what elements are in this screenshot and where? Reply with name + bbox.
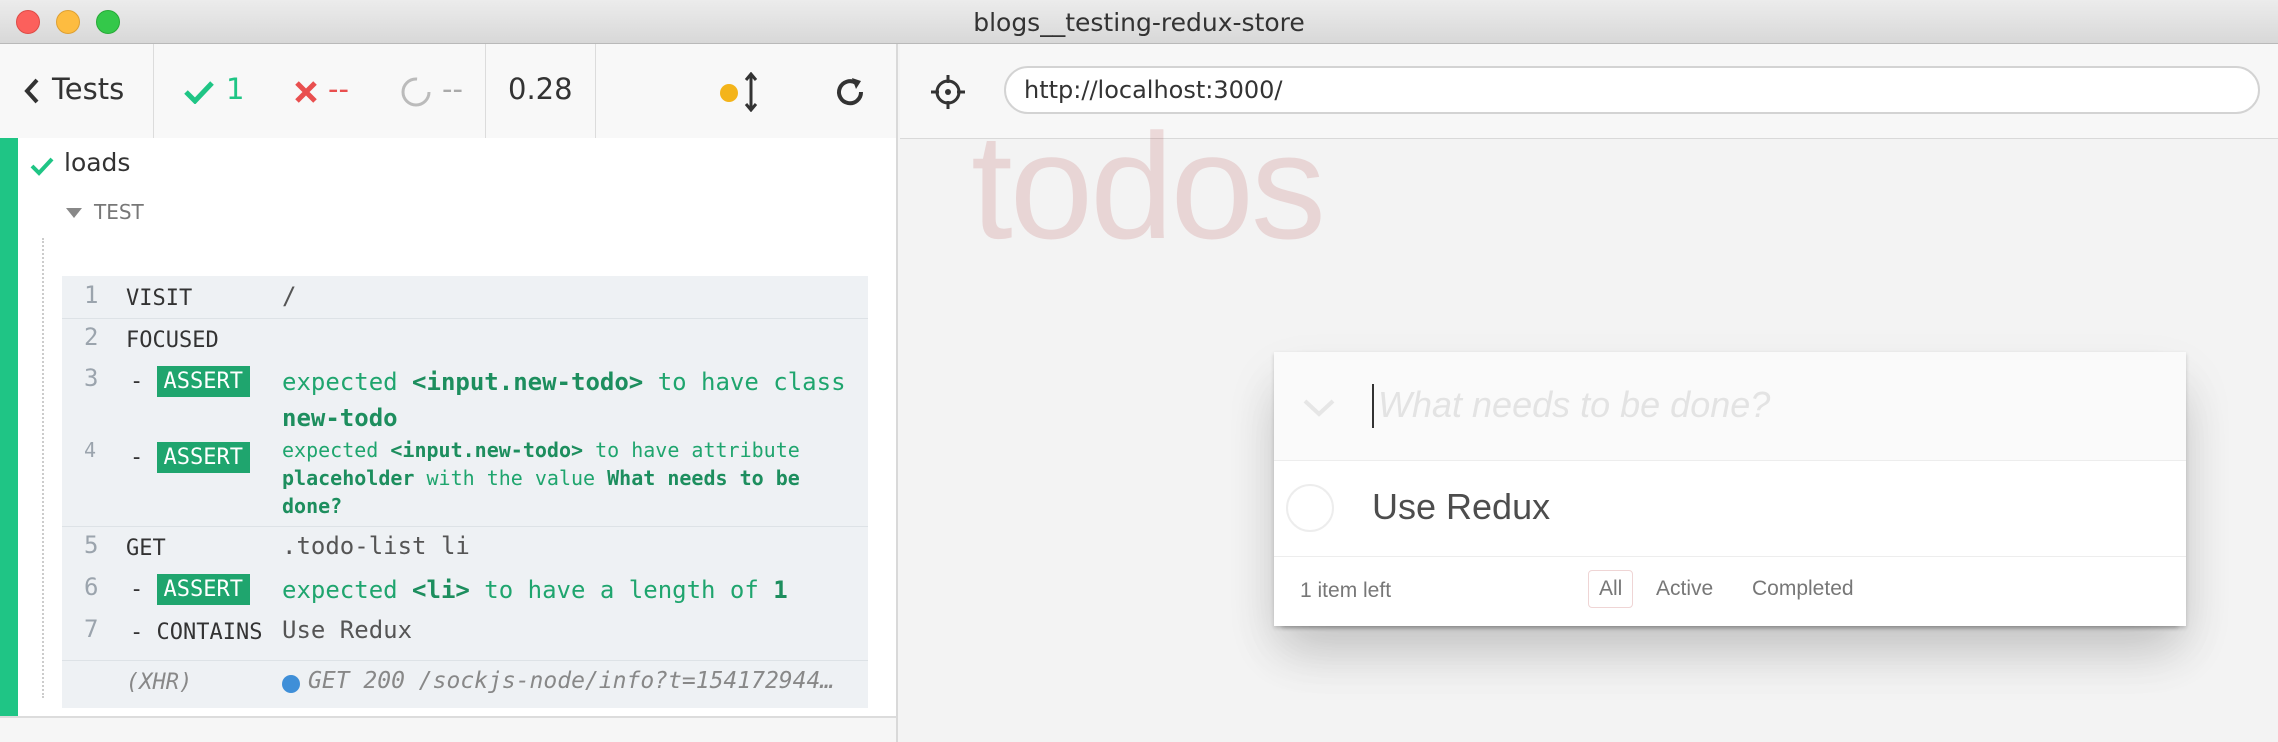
todo-label: Use Redux xyxy=(1372,486,1551,527)
tests-nav-button[interactable]: Tests xyxy=(0,44,154,138)
assert-badge: ASSERT xyxy=(156,366,250,397)
message-value: What needs to be xyxy=(607,466,800,490)
message-value: new-todo xyxy=(282,404,398,432)
command-focused[interactable]: 2 FOCUSED xyxy=(62,318,868,358)
command-message: .todo-list li xyxy=(282,532,470,560)
command-number: 6 xyxy=(84,573,99,601)
todo-app-card: What needs to be done? Use Redux 1 item … xyxy=(1274,352,2186,626)
message-value: <input.new-todo> xyxy=(390,438,584,462)
message-value: <li> xyxy=(412,576,470,604)
failed-count: -- xyxy=(328,72,349,106)
command-name: FOCUSED xyxy=(126,328,219,353)
command-assert[interactable]: 3 - ASSERT expected <input.new-todo> to … xyxy=(62,358,868,432)
command-name-text: CONTAINS xyxy=(156,620,263,645)
assert-badge: ASSERT xyxy=(156,442,250,473)
command-message: expected <input.new-todo> to have attrib… xyxy=(282,436,852,520)
message-text: to have class xyxy=(657,368,846,396)
tests-label: Tests xyxy=(52,72,125,106)
toggle-all-chevron-icon[interactable] xyxy=(1302,398,1336,418)
command-number: 7 xyxy=(84,615,99,643)
assert-badge: ASSERT xyxy=(156,574,250,605)
caret-down-icon xyxy=(66,208,82,218)
check-icon xyxy=(30,157,54,176)
todo-toggle-checkbox[interactable] xyxy=(1286,484,1334,532)
filter-all[interactable]: All xyxy=(1588,570,1634,608)
command-number: 3 xyxy=(84,364,99,392)
pending-spinner-icon xyxy=(401,77,431,107)
command-message: / xyxy=(282,282,297,310)
command-message: Use Redux xyxy=(282,616,413,644)
message-value: placeholder xyxy=(282,466,415,490)
command-number: 1 xyxy=(84,281,99,309)
filter-completed[interactable]: Completed xyxy=(1752,577,1854,601)
todo-item[interactable]: Use Redux xyxy=(1274,460,2186,557)
command-message: expected <input.new-todo> to have class … xyxy=(282,364,862,436)
command-number: 2 xyxy=(84,323,99,351)
message-text: expected xyxy=(282,576,398,604)
command-assert[interactable]: 4 - ASSERT expected <input.new-todo> to … xyxy=(62,434,868,526)
x-icon xyxy=(295,81,317,103)
pending-count: -- xyxy=(442,72,463,106)
command-name: - ASSERT xyxy=(130,366,250,397)
message-value: 1 xyxy=(773,576,788,604)
text-cursor xyxy=(1372,384,1374,428)
app-title: todos xyxy=(971,102,1326,270)
duration-box: 0.28 xyxy=(486,44,596,138)
message-text: expected xyxy=(282,438,379,462)
test-section-header[interactable]: TEST xyxy=(66,198,366,228)
new-todo-placeholder: What needs to be done? xyxy=(1378,384,1771,425)
chevron-left-icon xyxy=(24,78,39,104)
command-contains[interactable]: 7 - CONTAINS Use Redux xyxy=(62,610,868,660)
passed-count: 1 xyxy=(226,72,245,106)
command-number: 4 xyxy=(84,438,97,462)
command-name: VISIT xyxy=(126,286,193,311)
items-left-count: 1 item left xyxy=(1300,579,1392,602)
message-text: with the value xyxy=(426,466,596,490)
check-icon xyxy=(184,81,214,104)
command-name: - ASSERT xyxy=(130,574,250,605)
command-name: - CONTAINS xyxy=(130,620,263,645)
command-message: GET 200 /sockjs-node/info?t=154172944… xyxy=(308,668,835,694)
command-log: 1 VISIT / 2 FOCUSED 3 - ASSERT expected … xyxy=(62,276,868,708)
new-todo-row: What needs to be done? xyxy=(1274,352,2186,461)
tree-guide-line xyxy=(42,238,46,698)
message-value: <input.new-todo> xyxy=(412,368,644,396)
command-xhr[interactable]: (XHR) GET 200 /sockjs-node/info?t=154172… xyxy=(62,660,868,708)
section-label: TEST xyxy=(94,200,144,224)
message-text: to have a length of xyxy=(484,576,759,604)
xhr-status-dot-icon xyxy=(282,675,300,693)
command-message: expected <li> to have a length of 1 xyxy=(282,572,862,608)
command-visit[interactable]: 1 VISIT / xyxy=(62,276,868,318)
message-text: expected xyxy=(282,368,398,396)
message-text: to have attribute xyxy=(595,438,800,462)
test-title: loads xyxy=(64,148,131,177)
filter-active[interactable]: Active xyxy=(1656,577,1713,601)
window-titlebar: blogs__testing-redux-store xyxy=(0,0,2278,44)
window-title: blogs__testing-redux-store xyxy=(973,8,1305,37)
stats-group: 1 -- -- xyxy=(154,44,486,138)
todo-footer: 1 item left All Active Completed xyxy=(1274,557,2186,626)
command-get[interactable]: 5 GET .todo-list li xyxy=(62,526,868,568)
command-name: GET xyxy=(126,536,166,561)
duration: 0.28 xyxy=(508,72,573,106)
message-value: done? xyxy=(282,494,343,518)
command-assert[interactable]: 6 - ASSERT expected <li> to have a lengt… xyxy=(62,568,868,610)
command-name: (XHR) xyxy=(126,670,193,695)
todo-main-paper: What needs to be done? Use Redux 1 item … xyxy=(1274,352,2186,626)
command-name: - ASSERT xyxy=(130,442,250,473)
new-todo-input[interactable]: What needs to be done? xyxy=(1372,382,2152,430)
passed-indicator-bar xyxy=(0,138,18,716)
command-number: 5 xyxy=(84,531,99,559)
